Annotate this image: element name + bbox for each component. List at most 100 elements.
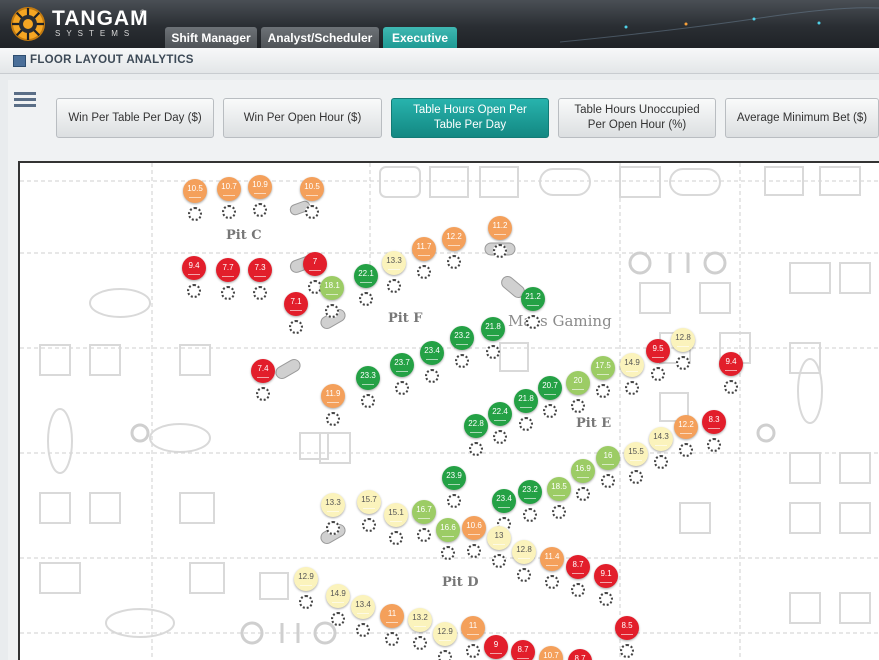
table-metric-marker[interactable]: 12.8 bbox=[671, 328, 695, 352]
table-seat-icon bbox=[724, 380, 738, 394]
metric-table-hours-open-button[interactable]: Table Hours Open Per Table Per Day bbox=[391, 98, 549, 138]
table-seat-icon bbox=[486, 345, 500, 359]
table-metric-marker[interactable]: 10.7 bbox=[217, 177, 241, 201]
table-seat-icon bbox=[356, 623, 370, 637]
table-metric-marker[interactable]: 8.5 bbox=[615, 616, 639, 640]
table-metric-marker[interactable]: 17.5 bbox=[591, 356, 615, 380]
table-metric-marker[interactable]: 7 bbox=[303, 252, 327, 276]
table-seat-icon bbox=[417, 528, 431, 542]
mass-gaming-label: Mass Gaming bbox=[508, 312, 612, 330]
table-metric-marker[interactable]: 15.5 bbox=[624, 442, 648, 466]
pit-label: Pit C bbox=[226, 228, 262, 243]
table-metric-marker[interactable]: 10.6 bbox=[462, 516, 486, 540]
table-metric-marker[interactable]: 11.9 bbox=[321, 384, 345, 408]
table-metric-marker[interactable]: 23.3 bbox=[356, 366, 380, 390]
table-metric-marker[interactable]: 23.2 bbox=[518, 480, 542, 504]
table-metric-marker[interactable]: 13.3 bbox=[321, 493, 345, 517]
table-metric-marker[interactable]: 12.8 bbox=[512, 540, 536, 564]
table-metric-marker[interactable]: 21.8 bbox=[514, 389, 538, 413]
table-metric-marker[interactable]: 9.1 bbox=[594, 564, 618, 588]
table-metric-marker[interactable]: 8.7 bbox=[566, 555, 590, 579]
table-metric-marker[interactable]: 13.3 bbox=[382, 251, 406, 275]
table-seat-icon bbox=[253, 286, 267, 300]
table-metric-marker[interactable]: 23.2 bbox=[450, 326, 474, 350]
table-metric-marker[interactable]: 7.4 bbox=[251, 359, 275, 383]
table-metric-marker[interactable]: 21.2 bbox=[521, 287, 545, 311]
table-metric-marker[interactable]: 12.9 bbox=[294, 567, 318, 591]
table-metric-marker[interactable]: 11 bbox=[380, 604, 404, 628]
table-seat-icon bbox=[519, 417, 533, 431]
table-seat-icon bbox=[517, 568, 531, 582]
brand-name: TANGAM bbox=[52, 7, 149, 30]
table-metric-marker[interactable]: 11.7 bbox=[412, 237, 436, 261]
page-title: FLOOR LAYOUT ANALYTICS bbox=[30, 54, 194, 66]
table-metric-marker[interactable]: 11.4 bbox=[540, 547, 564, 571]
table-metric-marker[interactable]: 10.9 bbox=[248, 175, 272, 199]
table-metric-marker[interactable]: 8.7 bbox=[511, 640, 535, 660]
table-seat-icon bbox=[359, 292, 373, 306]
table-metric-marker[interactable]: 7.3 bbox=[248, 258, 272, 282]
floor-layout-map[interactable]: Pit C Pit F Pit E Pit D Mass Gaming 10.5… bbox=[18, 161, 879, 660]
table-metric-marker[interactable]: 9 bbox=[484, 635, 508, 659]
table-seat-icon bbox=[438, 650, 452, 660]
table-metric-marker[interactable]: 9.4 bbox=[182, 256, 206, 280]
table-metric-marker[interactable]: 23.7 bbox=[390, 353, 414, 377]
tab-analyst-scheduler[interactable]: Analyst/Scheduler bbox=[261, 27, 379, 48]
table-metric-marker[interactable]: 12.2 bbox=[442, 227, 466, 251]
table-metric-marker[interactable]: 21.8 bbox=[481, 317, 505, 341]
table-seat-icon bbox=[493, 244, 507, 258]
table-metric-marker[interactable]: 22.4 bbox=[488, 402, 512, 426]
tab-executive[interactable]: Executive bbox=[383, 27, 457, 48]
metric-hours-unoccupied-button[interactable]: Table Hours Unoccupied Per Open Hour (%) bbox=[558, 98, 716, 138]
table-metric-marker[interactable]: 18.5 bbox=[547, 477, 571, 501]
table-metric-marker[interactable]: 22.8 bbox=[464, 414, 488, 438]
table-metric-marker[interactable]: 16 bbox=[596, 446, 620, 470]
table-metric-marker[interactable]: 22.1 bbox=[354, 264, 378, 288]
table-metric-marker[interactable]: 20 bbox=[566, 371, 590, 395]
table-metric-marker[interactable]: 14.3 bbox=[649, 427, 673, 451]
table-metric-marker[interactable]: 11 bbox=[461, 616, 485, 640]
header-decoration bbox=[560, 7, 879, 43]
table-metric-marker[interactable]: 16.7 bbox=[412, 500, 436, 524]
table-seat-icon bbox=[221, 286, 235, 300]
table-metric-marker[interactable]: 11.2 bbox=[488, 216, 512, 240]
table-metric-marker[interactable]: 7.1 bbox=[284, 292, 308, 316]
metric-average-min-bet-button[interactable]: Average Minimum Bet ($) bbox=[725, 98, 879, 138]
table-metric-marker[interactable]: 14.9 bbox=[620, 353, 644, 377]
list-menu-icon[interactable] bbox=[14, 92, 36, 110]
table-metric-marker[interactable]: 15.7 bbox=[357, 490, 381, 514]
metric-win-per-open-hour-button[interactable]: Win Per Open Hour ($) bbox=[223, 98, 382, 138]
table-seat-icon bbox=[707, 438, 721, 452]
table-metric-marker[interactable]: 13 bbox=[487, 526, 511, 550]
metric-win-per-table-button[interactable]: Win Per Table Per Day ($) bbox=[56, 98, 214, 138]
tab-shift-manager[interactable]: Shift Manager bbox=[165, 27, 257, 48]
table-seat-icon bbox=[545, 575, 559, 589]
table-seat-icon bbox=[441, 546, 455, 560]
table-metric-marker[interactable]: 16.9 bbox=[571, 459, 595, 483]
table-seat-icon bbox=[620, 644, 634, 658]
table-metric-marker[interactable]: 7.7 bbox=[216, 258, 240, 282]
table-seat-icon bbox=[493, 430, 507, 444]
table-seat-icon bbox=[187, 284, 201, 298]
table-metric-marker[interactable]: 12.2 bbox=[674, 415, 698, 439]
table-metric-marker[interactable]: 23.4 bbox=[420, 341, 444, 365]
table-metric-marker[interactable]: 10.5 bbox=[300, 177, 324, 201]
table-metric-marker[interactable]: 9.4 bbox=[719, 352, 743, 376]
table-metric-marker[interactable]: 14.9 bbox=[326, 584, 350, 608]
table-metric-marker[interactable]: 20.7 bbox=[538, 376, 562, 400]
table-metric-marker[interactable]: 23.9 bbox=[442, 466, 466, 490]
table-metric-marker[interactable]: 18.1 bbox=[320, 276, 344, 300]
table-metric-marker[interactable]: 16.6 bbox=[436, 518, 460, 542]
pit-label: Pit F bbox=[388, 311, 423, 326]
table-metric-marker[interactable]: 12.9 bbox=[433, 622, 457, 646]
table-metric-marker[interactable]: 13.2 bbox=[408, 608, 432, 632]
table-metric-marker[interactable]: 15.1 bbox=[384, 503, 408, 527]
table-metric-marker[interactable]: 10.5 bbox=[183, 179, 207, 203]
table-seat-icon bbox=[417, 265, 431, 279]
table-metric-marker[interactable]: 23.4 bbox=[492, 489, 516, 513]
table-metric-marker[interactable]: 8.3 bbox=[702, 410, 726, 434]
table-metric-marker[interactable]: 9.5 bbox=[646, 339, 670, 363]
table-metric-marker[interactable]: 13.4 bbox=[351, 595, 375, 619]
table-seat-icon bbox=[676, 356, 690, 370]
table-seat-icon bbox=[389, 531, 403, 545]
